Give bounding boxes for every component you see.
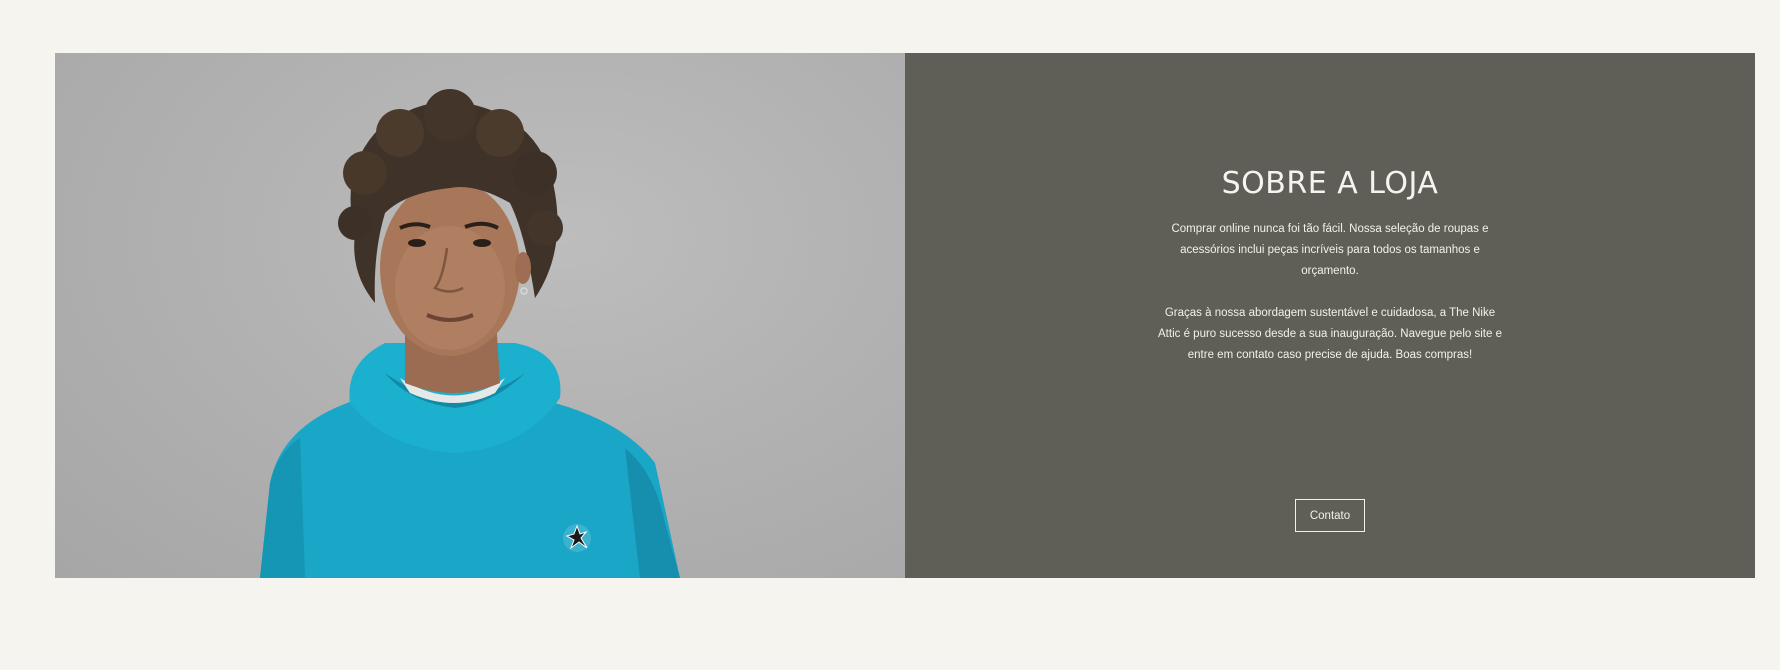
about-section: SOBRE A LOJA Comprar online nunca foi tã…: [55, 53, 1755, 578]
model-illustration: [260, 89, 680, 578]
contact-button[interactable]: Contato: [1295, 499, 1365, 532]
about-paragraph-2: Graças à nossa abordagem sustentável e c…: [1158, 307, 1502, 361]
about-paragraph-1: Comprar online nunca foi tão fácil. Noss…: [1171, 223, 1489, 277]
about-text-panel: SOBRE A LOJA Comprar online nunca foi tã…: [905, 53, 1755, 578]
about-description: Comprar online nunca foi tão fácil. Noss…: [1155, 219, 1505, 387]
model-photo: [55, 53, 905, 578]
section-title: SOBRE A LOJA: [1221, 166, 1439, 201]
